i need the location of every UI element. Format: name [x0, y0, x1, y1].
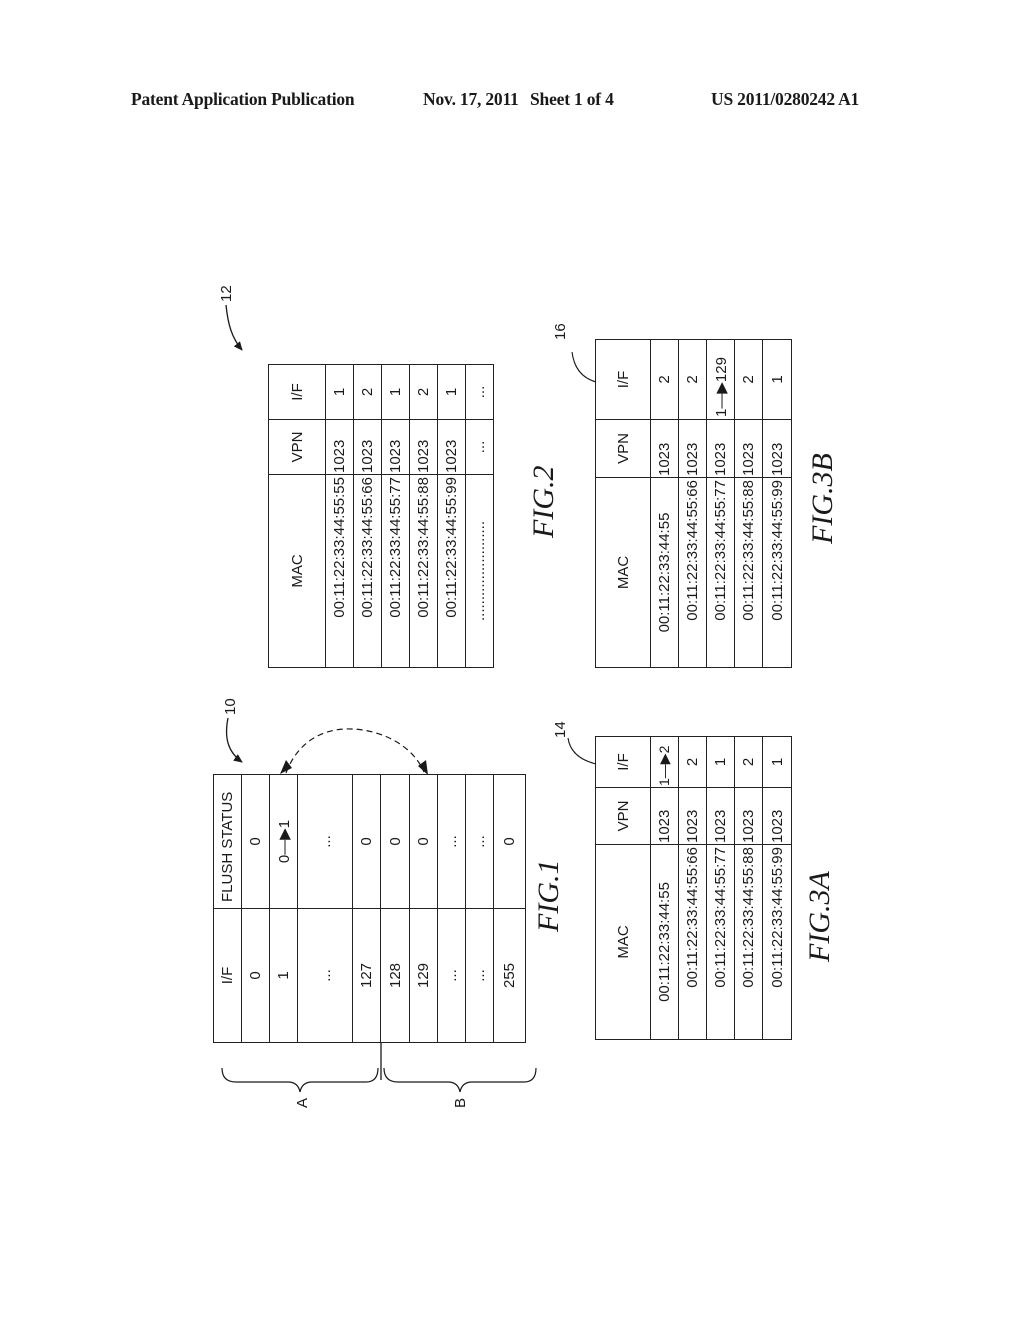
leader-line-14	[567, 737, 597, 765]
leader-arrow-10	[225, 717, 243, 763]
leader-line-16	[571, 351, 597, 383]
bracket-a	[221, 1067, 379, 1093]
dashed-double-arrow	[285, 728, 425, 774]
drawing-annotations	[221, 304, 597, 1093]
bracket-b	[383, 1067, 537, 1093]
leader-arrow-12	[225, 304, 243, 351]
arrowhead-right-icon	[418, 760, 428, 775]
